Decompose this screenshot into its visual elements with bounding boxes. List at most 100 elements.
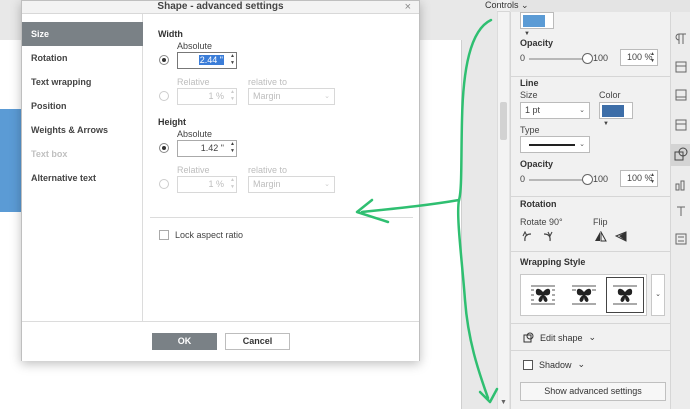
opacity-min: 0 xyxy=(520,53,526,63)
shadow-checkbox[interactable] xyxy=(523,359,533,370)
scrollbar-thumb[interactable] xyxy=(500,102,507,140)
sidebar-item-weights-arrows[interactable]: Weights & Arrows xyxy=(22,118,143,142)
flip-vertical-icon[interactable] xyxy=(615,231,627,242)
shape-settings-icon xyxy=(674,147,688,161)
width-absolute-label: Absolute xyxy=(177,41,213,51)
width-relative-label: Relative xyxy=(177,77,210,87)
chevron-down-icon: ⌄ xyxy=(324,93,330,100)
flip-horizontal-icon[interactable] xyxy=(594,231,607,242)
sidebar-item-text-box: Text box xyxy=(31,149,68,159)
selected-shape[interactable] xyxy=(0,109,21,212)
shape-advanced-settings-dialog: Shape - advanced settings × Size Rotatio… xyxy=(21,0,420,361)
shape-settings-tab[interactable] xyxy=(671,144,690,166)
line-opacity-value: 100 % xyxy=(627,173,653,183)
dialog-footer: OK Cancel xyxy=(22,321,419,361)
spinner-arrows-icon[interactable]: ▲ ▼ xyxy=(650,172,655,186)
table-settings-icon[interactable] xyxy=(674,60,688,74)
spinner-arrows-icon[interactable]: ▲ ▼ xyxy=(650,51,655,65)
paragraph-settings-icon[interactable] xyxy=(674,32,688,46)
text-art-icon[interactable] xyxy=(674,204,688,218)
shape-settings-panel: ▼ Opacity 0 100 100 % ▲ ▼ Line Size Color… xyxy=(510,12,671,409)
height-relative-input: 1 % ▲ ▼ xyxy=(177,176,237,193)
height-relative-to-select: Margin ⌄ xyxy=(248,176,335,193)
spinner-arrows-icon[interactable]: ▲ ▼ xyxy=(230,141,235,155)
header-footer-icon[interactable] xyxy=(674,88,688,102)
opacity-max: 100 xyxy=(593,53,609,63)
sidebar-item-size[interactable]: Size xyxy=(22,22,143,46)
sidebar-item-text-wrapping[interactable]: Text wrapping xyxy=(22,70,143,94)
height-absolute-label: Absolute xyxy=(177,129,213,139)
line-opacity-min: 0 xyxy=(520,174,526,184)
width-relative-value: 1 % xyxy=(208,91,224,101)
divider xyxy=(511,323,671,324)
height-relative-to-value: Margin xyxy=(253,179,281,189)
shadow-toggle[interactable]: Shadow ⌄ xyxy=(523,359,585,370)
edit-shape-button[interactable]: Edit shape ⌄ xyxy=(523,332,596,343)
chevron-down-icon: ⌄ xyxy=(521,0,529,10)
dialog-body: Width Absolute 2.44 " ▲ ▼ Relative relati… xyxy=(144,14,419,321)
line-title: Line xyxy=(520,78,539,88)
ok-button[interactable]: OK xyxy=(152,333,217,350)
height-absolute-radio[interactable] xyxy=(159,143,169,153)
opacity-input[interactable]: 100 % ▲ ▼ xyxy=(620,49,658,66)
opacity-title: Opacity xyxy=(520,38,554,48)
line-color-picker[interactable]: ▼ xyxy=(599,102,633,127)
line-color-label: Color xyxy=(599,90,621,100)
line-type-label: Type xyxy=(520,125,540,135)
dialog-title: Shape - advanced settings xyxy=(157,1,284,12)
chevron-down-icon: ⌄ xyxy=(579,107,585,114)
wrapping-more-button[interactable]: ⌄ xyxy=(651,274,665,316)
dialog-header: Shape - advanced settings × xyxy=(22,1,419,14)
line-size-select[interactable]: 1 pt ⌄ xyxy=(520,102,590,119)
line-type-select[interactable]: ⌄ xyxy=(520,136,590,153)
height-relative-radio[interactable] xyxy=(159,179,169,189)
cancel-button[interactable]: Cancel xyxy=(225,333,290,350)
width-relative-radio[interactable] xyxy=(159,91,169,101)
sidebar-item-rotation[interactable]: Rotation xyxy=(22,46,143,70)
line-opacity-slider-knob[interactable] xyxy=(582,174,593,185)
divider xyxy=(150,217,413,218)
width-absolute-input[interactable]: 2.44 " ▲ ▼ xyxy=(177,52,237,69)
image-settings-icon[interactable] xyxy=(674,118,688,132)
width-absolute-radio[interactable] xyxy=(159,55,169,65)
sidebar-item-position[interactable]: Position xyxy=(22,94,143,118)
controls-label: Controls xyxy=(485,0,519,10)
chevron-down-icon: ⌄ xyxy=(324,181,330,188)
chevron-down-icon: ▼ xyxy=(603,121,609,127)
scroll-down-icon[interactable]: ▼ xyxy=(500,399,507,406)
width-absolute-value: 2.44 " xyxy=(198,55,224,65)
rotate-clockwise-icon[interactable] xyxy=(541,231,553,242)
wrap-inline-option[interactable] xyxy=(606,277,644,313)
sidebar-item-alternative-text[interactable]: Alternative text xyxy=(22,166,143,190)
line-color-swatch xyxy=(602,105,624,117)
divider xyxy=(511,76,671,77)
line-opacity-slider[interactable] xyxy=(529,179,587,181)
lock-aspect-ratio-checkbox[interactable] xyxy=(159,230,169,240)
width-relative-to-label: relative to xyxy=(248,77,288,87)
wrap-tight-option[interactable] xyxy=(565,277,603,313)
line-opacity-input[interactable]: 100 % ▲ ▼ xyxy=(620,170,658,187)
wrap-square-option[interactable] xyxy=(524,277,562,313)
opacity-value: 100 % xyxy=(627,52,653,62)
height-relative-label: Relative xyxy=(177,165,210,175)
shadow-label: Shadow xyxy=(539,359,572,370)
form-settings-icon[interactable] xyxy=(674,232,688,246)
line-size-label: Size xyxy=(520,90,538,100)
opacity-slider-knob[interactable] xyxy=(582,53,593,64)
fill-color-picker[interactable]: ▼ xyxy=(520,12,554,37)
chart-settings-icon[interactable] xyxy=(674,178,688,192)
divider xyxy=(511,350,671,351)
controls-menu[interactable]: Controls ⌄ xyxy=(485,0,529,11)
width-title: Width xyxy=(158,29,183,39)
opacity-slider[interactable] xyxy=(529,58,587,60)
rotate-counterclockwise-icon[interactable] xyxy=(522,231,534,242)
show-advanced-settings-button[interactable]: Show advanced settings xyxy=(520,382,666,401)
rotate-label: Rotate 90° xyxy=(520,217,563,227)
chevron-down-icon: ⌄ xyxy=(577,359,586,369)
lock-aspect-ratio-label[interactable]: Lock aspect ratio xyxy=(175,230,243,240)
close-icon[interactable]: × xyxy=(405,1,411,13)
wrapping-style-title: Wrapping Style xyxy=(520,257,586,267)
vertical-scrollbar[interactable]: ▼ xyxy=(497,12,509,409)
spinner-arrows-icon[interactable]: ▲ ▼ xyxy=(230,53,235,67)
height-absolute-input[interactable]: 1.42 " ▲ ▼ xyxy=(177,140,237,157)
